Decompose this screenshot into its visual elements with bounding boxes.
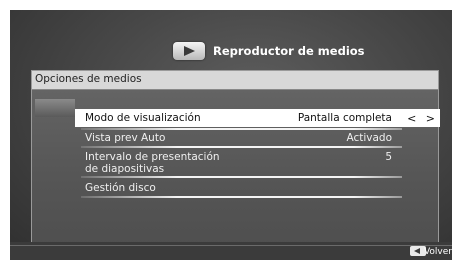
panel-title-bar: Opciones de medios <box>32 71 438 90</box>
play-icon <box>173 42 205 60</box>
back-label[interactable]: Volver <box>424 247 452 257</box>
left-right-arrows-icon[interactable]: < > <box>407 112 438 125</box>
option-value: Activado <box>346 132 392 144</box>
panel-title: Opciones de medios <box>35 73 142 85</box>
header-title: Reproductor de medios <box>213 44 365 58</box>
option-label: Vista prev Auto <box>85 132 166 144</box>
option-label: Gestión disco <box>85 182 156 194</box>
footer-divider <box>10 245 452 246</box>
row-divider <box>81 146 402 148</box>
row-divider <box>81 176 402 178</box>
row-divider <box>81 128 402 130</box>
row-divider <box>81 196 402 198</box>
option-value: 5 <box>385 151 392 163</box>
option-label-line1: Intervalo de presentación <box>85 151 220 163</box>
option-value: Pantalla completa <box>297 112 392 124</box>
tv-screen: Reproductor de medios Opciones de medios… <box>10 10 452 260</box>
option-label: Modo de visualización <box>85 112 201 124</box>
footer-bar: Volver <box>10 242 452 260</box>
selection-accent <box>35 99 75 117</box>
option-label-line2: de diapositivas <box>85 163 165 175</box>
header: Reproductor de medios <box>173 41 365 61</box>
media-options-panel: Opciones de medios Modo de visualización… <box>31 70 440 246</box>
